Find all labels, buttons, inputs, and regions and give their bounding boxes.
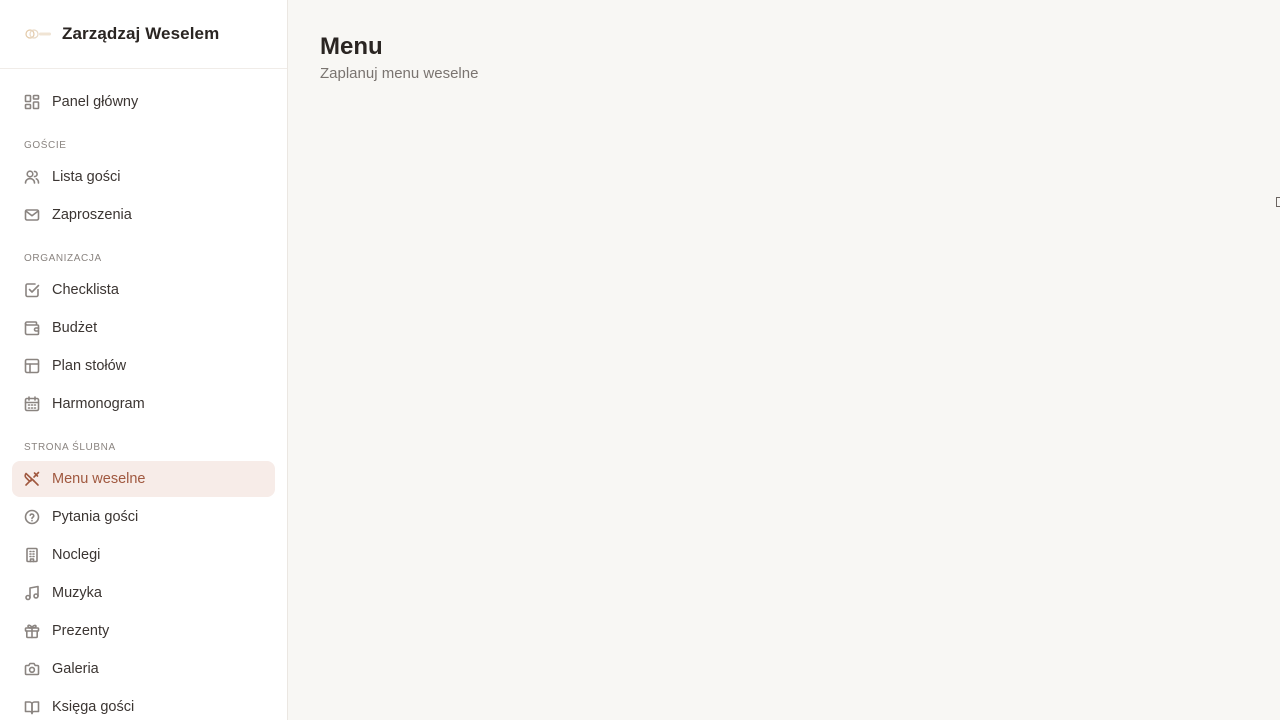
brand-header[interactable]: Zarządzaj Weselem <box>0 0 287 69</box>
mail-icon <box>24 207 40 223</box>
sidebar-item-label: Galeria <box>52 661 99 677</box>
app-title: Zarządzaj Weselem <box>62 24 220 43</box>
sidebar-item-label: Harmonogram <box>52 396 145 412</box>
sidebar-item-muzyka[interactable]: Muzyka <box>12 575 275 611</box>
book-icon <box>24 699 40 715</box>
sidebar-item-label: Zaproszenia <box>52 207 132 223</box>
page-title: Menu <box>320 33 383 60</box>
help-circle-icon <box>24 509 40 525</box>
sidebar-item-label: Księga gości <box>52 699 135 715</box>
music-icon <box>24 585 40 601</box>
sidebar-item-noclegi[interactable]: Noclegi <box>12 537 275 573</box>
sidebar-item-panel-glowny[interactable]: Panel główny <box>12 84 275 120</box>
sidebar-item-checklista[interactable]: Checklista <box>12 272 275 308</box>
sidebar-item-label: Muzyka <box>52 585 102 601</box>
sidebar-item-budzet[interactable]: Budżet <box>12 310 275 346</box>
sidebar-item-pytania-gosci[interactable]: Pytania gości <box>12 499 275 535</box>
section-label-organizacja: ORGANIZACJA <box>24 253 102 264</box>
section-label-strona-slubna: STRONA ŚLUBNA <box>24 442 116 453</box>
sidebar-item-prezenty[interactable]: Prezenty <box>12 613 275 649</box>
sidebar-item-label: Panel główny <box>52 94 139 110</box>
checkbox-icon <box>24 282 40 298</box>
sidebar-item-ksiega-gosci[interactable]: Księga gości <box>12 689 275 720</box>
sidebar-item-label: Budżet <box>52 320 98 336</box>
calendar-icon <box>24 396 40 412</box>
building-icon <box>24 547 40 563</box>
gift-icon <box>24 623 40 639</box>
sidebar-item-label: Prezenty <box>52 623 110 639</box>
app-root: Zarządzaj Weselem Panel główny GOŚCIE Li… <box>0 0 1280 720</box>
section-label-goscie: GOŚCIE <box>24 140 67 151</box>
sidebar-item-label: Noclegi <box>52 547 101 563</box>
sidebar-item-label: Pytania gości <box>52 509 139 525</box>
page-subtitle: Zaplanuj menu weselne <box>320 65 479 82</box>
main-content: Menu Zaplanuj menu weselne <box>288 0 1280 720</box>
dashboard-icon <box>24 94 40 110</box>
users-icon <box>24 169 40 185</box>
sidebar-nav: Panel główny GOŚCIE Lista gości Zaprosze… <box>0 69 287 720</box>
sidebar-item-harmonogram[interactable]: Harmonogram <box>12 386 275 422</box>
collapsed-panel-handle[interactable] <box>1276 197 1280 207</box>
sidebar-item-menu-weselne[interactable]: Menu weselne <box>12 461 275 497</box>
table-layout-icon <box>24 358 40 374</box>
sidebar-item-plan-stolow[interactable]: Plan stołów <box>12 348 275 384</box>
sidebar-item-galeria[interactable]: Galeria <box>12 651 275 687</box>
utensils-crossed-icon <box>24 471 40 487</box>
sidebar-item-zaproszenia[interactable]: Zaproszenia <box>12 197 275 233</box>
sidebar: Zarządzaj Weselem Panel główny GOŚCIE Li… <box>0 0 288 720</box>
sidebar-item-label: Menu weselne <box>52 471 146 487</box>
rings-logo-icon <box>24 27 52 41</box>
sidebar-item-label: Checklista <box>52 282 119 298</box>
sidebar-item-label: Lista gości <box>52 169 121 185</box>
sidebar-item-lista-gosci[interactable]: Lista gości <box>12 159 275 195</box>
wallet-icon <box>24 320 40 336</box>
camera-icon <box>24 661 40 677</box>
sidebar-item-label: Plan stołów <box>52 358 127 374</box>
